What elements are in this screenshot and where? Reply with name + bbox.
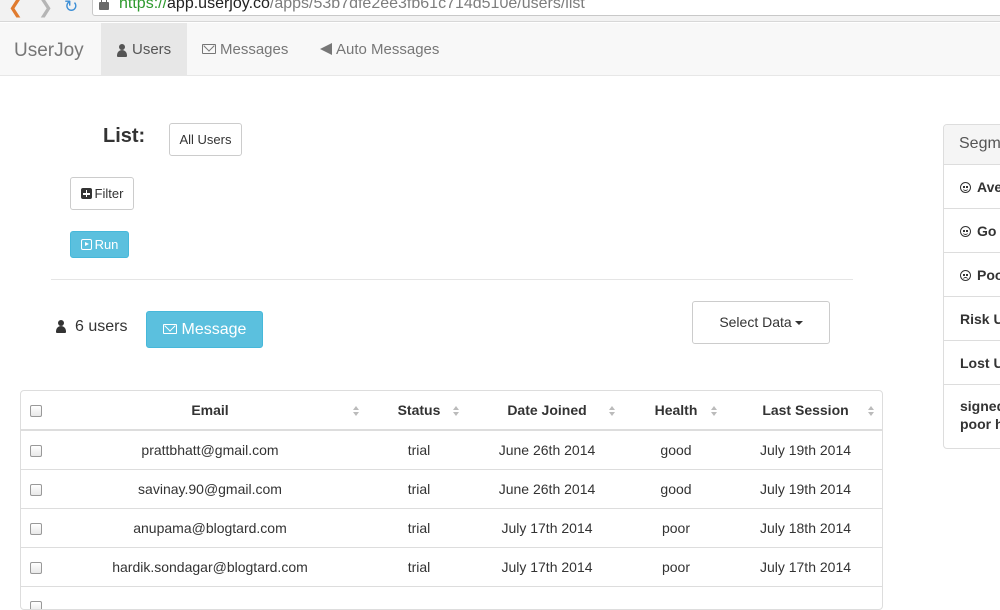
sort-icon [868, 406, 874, 416]
smile-icon [960, 182, 971, 193]
last-session-cell: July 18th 2014 [727, 507, 882, 547]
sort-icon [453, 406, 459, 416]
row-select-cell [21, 429, 51, 469]
message-button[interactable]: Message [146, 311, 263, 348]
address-bar[interactable]: https://app.userjoy.co/apps/53b7dfe2ee3f… [92, 0, 1000, 16]
play-square-icon [80, 239, 92, 250]
users-table: Email Status Date Joined Health Last Ses… [20, 390, 883, 610]
frown-icon [960, 270, 971, 281]
email-cell[interactable]: anupama@blogtard.com [51, 507, 369, 547]
status-cell: trial [369, 429, 469, 469]
table-row[interactable] [21, 585, 882, 609]
last-session-cell: July 19th 2014 [727, 429, 882, 469]
date-joined-cell: July 17th 2014 [469, 507, 625, 547]
sort-icon [711, 406, 717, 416]
segment-item[interactable]: Risk U [944, 297, 1000, 341]
filter-button[interactable]: Filter [70, 177, 134, 210]
list-selector-button[interactable]: All Users [169, 123, 242, 156]
select-all-cell [21, 391, 51, 431]
list-title: List: [103, 125, 146, 147]
email-cell[interactable]: prattbhatt@gmail.com [51, 429, 369, 469]
last-session-cell: July 19th 2014 [727, 468, 882, 508]
status-cell [369, 585, 469, 609]
table-row[interactable]: prattbhatt@gmail.com trial June 26th 201… [21, 429, 882, 469]
divider [51, 279, 853, 280]
bullhorn-icon [320, 43, 332, 56]
row-checkbox[interactable] [30, 522, 42, 535]
row-checkbox[interactable] [30, 561, 42, 574]
row-select-cell [21, 585, 51, 609]
nav-item-auto-messages[interactable]: Auto Messages [320, 23, 439, 75]
reload-icon[interactable]: ↻ [64, 0, 78, 16]
status-cell: trial [369, 546, 469, 586]
column-header-email[interactable]: Email [51, 391, 369, 431]
date-joined-cell: June 26th 2014 [469, 429, 625, 469]
health-cell: good [625, 429, 727, 469]
row-select-cell [21, 468, 51, 508]
email-cell[interactable]: hardik.sondagar@blogtard.com [51, 546, 369, 586]
caret-down-icon [794, 321, 803, 325]
app-navbar: UserJoy Users Messages Auto Messages [0, 23, 1000, 76]
date-joined-cell: June 26th 2014 [469, 468, 625, 508]
row-checkbox[interactable] [30, 601, 42, 609]
envelope-icon [162, 324, 177, 334]
segment-item[interactable]: Poo [944, 253, 1000, 297]
lock-icon [99, 0, 109, 10]
table-row[interactable]: hardik.sondagar@blogtard.com trial July … [21, 546, 882, 586]
table-row[interactable]: anupama@blogtard.com trial July 17th 201… [21, 507, 882, 547]
url-text: https://app.userjoy.co/apps/53b7dfe2ee3f… [119, 0, 585, 12]
row-select-cell [21, 507, 51, 547]
column-header-health[interactable]: Health [625, 391, 727, 431]
row-checkbox[interactable] [30, 445, 42, 458]
row-checkbox[interactable] [30, 483, 42, 496]
segments-panel: Segm Ave Go Poo Risk U Lost U signed poo… [943, 124, 1000, 449]
status-cell: trial [369, 507, 469, 547]
date-joined-cell [469, 585, 625, 609]
column-header-date-joined[interactable]: Date Joined [469, 391, 625, 431]
user-count: 6 users [55, 318, 127, 336]
column-header-last-session[interactable]: Last Session [727, 391, 882, 431]
select-data-dropdown[interactable]: Select Data [692, 301, 830, 344]
health-cell [625, 585, 727, 609]
nav-item-users[interactable]: Users [101, 23, 187, 75]
run-button[interactable]: Run [70, 231, 129, 258]
date-joined-cell: July 17th 2014 [469, 546, 625, 586]
segments-panel-title: Segm [944, 125, 1000, 165]
back-arrow-icon[interactable]: ❮ [8, 0, 23, 16]
table-row[interactable]: savinay.90@gmail.com trial June 26th 201… [21, 468, 882, 508]
select-all-checkbox[interactable] [30, 405, 42, 418]
health-cell: good [625, 468, 727, 508]
health-cell: poor [625, 507, 727, 547]
status-cell: trial [369, 468, 469, 508]
forward-arrow-icon[interactable]: ❯ [38, 0, 53, 16]
envelope-icon [202, 44, 216, 55]
browser-toolbar: ❮ ❯ ↻ https://app.userjoy.co/apps/53b7df… [0, 0, 1000, 22]
email-cell[interactable] [51, 585, 369, 609]
sort-icon [609, 406, 615, 416]
nav-item-messages[interactable]: Messages [202, 23, 288, 75]
last-session-cell: July 17th 2014 [727, 546, 882, 586]
row-select-cell [21, 546, 51, 586]
smile-icon [960, 226, 971, 237]
last-session-cell [727, 585, 882, 609]
segment-item[interactable]: signed poor h [944, 385, 1000, 448]
column-header-status[interactable]: Status [369, 391, 469, 431]
user-icon [55, 320, 67, 334]
user-icon [116, 43, 128, 57]
segment-item[interactable]: Ave [944, 165, 1000, 209]
plus-square-icon [80, 188, 92, 199]
segment-item[interactable]: Lost U [944, 341, 1000, 385]
table-header-row: Email Status Date Joined Health Last Ses… [21, 391, 882, 431]
email-cell[interactable]: savinay.90@gmail.com [51, 468, 369, 508]
brand-logo[interactable]: UserJoy [14, 40, 84, 62]
segment-item[interactable]: Go [944, 209, 1000, 253]
health-cell: poor [625, 546, 727, 586]
sort-icon [353, 406, 359, 416]
